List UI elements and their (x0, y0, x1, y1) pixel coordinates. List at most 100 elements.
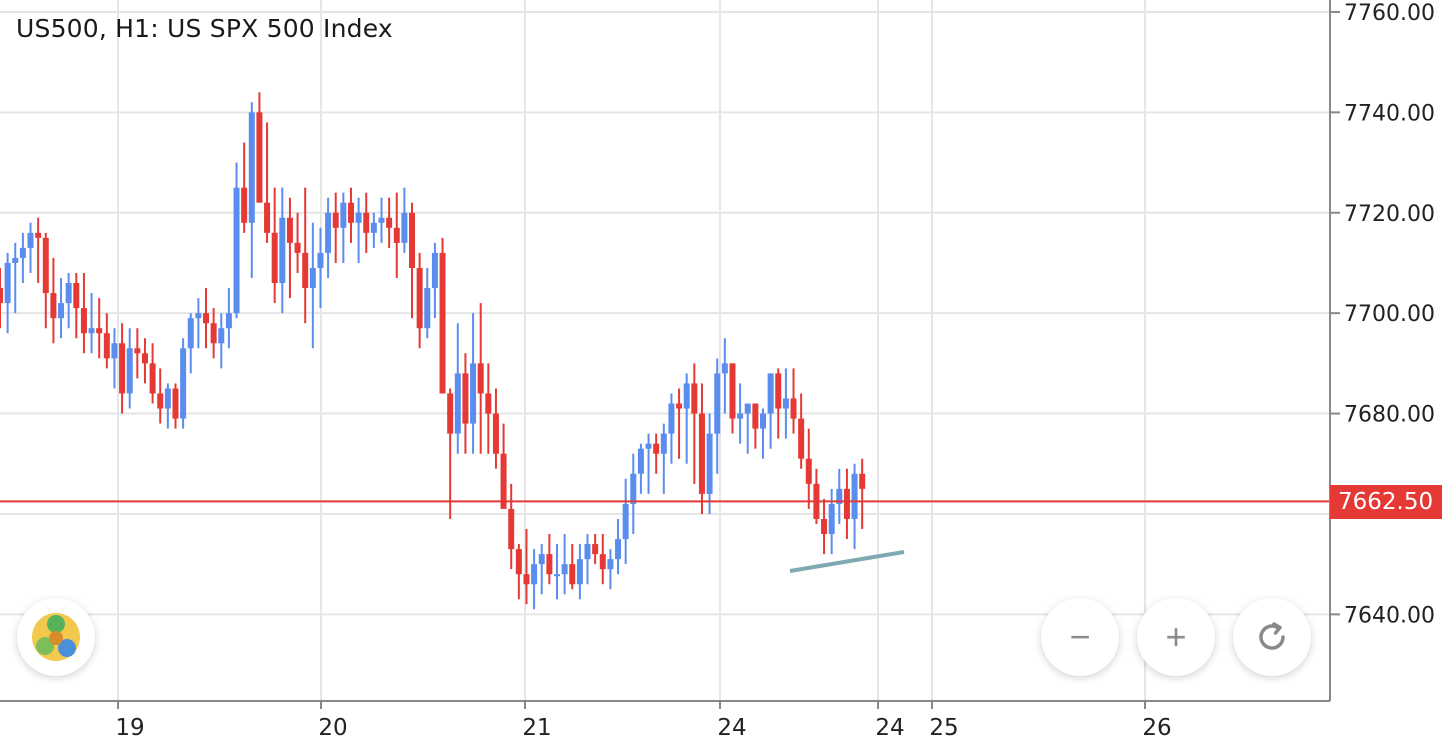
zoom-out-button[interactable]: − (1041, 598, 1119, 676)
candle-bullish (19, 232, 26, 284)
candle-bearish (50, 257, 57, 344)
overlays (0, 500, 1330, 573)
candle-body (264, 202, 271, 233)
candle-body (698, 413, 705, 494)
zoom-in-button[interactable]: + (1137, 598, 1215, 676)
candle-bullish (65, 272, 72, 329)
candle-bearish (363, 192, 370, 253)
candle-body (241, 187, 248, 223)
grid-lines (0, 0, 1330, 701)
candle-bullish (88, 293, 95, 354)
candle-bearish (103, 313, 110, 369)
candle-body (35, 232, 42, 238)
candle-bullish (576, 544, 583, 600)
candle-body (286, 217, 293, 243)
candle-bearish (141, 338, 148, 384)
candle-bearish (546, 534, 553, 585)
candle-body (42, 237, 49, 294)
candle-bullish (12, 242, 19, 314)
candle-body (256, 112, 263, 203)
candle-bullish (431, 242, 438, 319)
candle-body (515, 549, 522, 575)
candle-body (309, 267, 316, 289)
candle-body (96, 328, 103, 334)
candle-body (706, 433, 713, 494)
candle-bullish (164, 383, 171, 429)
candle-body (553, 574, 560, 577)
metatrader-logo-button[interactable] (17, 598, 95, 676)
candle-body (805, 458, 812, 484)
y-tick-label: 7760.00 (1344, 1, 1435, 26)
candle-body (27, 232, 34, 248)
candle-body (80, 308, 87, 334)
candle-bullish (706, 413, 713, 514)
candle-bearish (462, 353, 469, 454)
candle-bearish (256, 92, 263, 203)
candle-bearish (439, 237, 446, 394)
x-tick-label: 24 (875, 715, 904, 741)
candle-bearish (729, 363, 736, 434)
candle-bearish (294, 212, 301, 273)
candle-bearish (676, 388, 683, 459)
candle-body (363, 212, 370, 233)
candle-body (599, 554, 606, 570)
candle-body (752, 403, 759, 429)
candle-body (233, 187, 240, 314)
candle-body (424, 288, 431, 329)
candle-body (676, 403, 683, 409)
candle-bearish (592, 534, 599, 565)
candle-bullish (27, 222, 34, 273)
candle-bullish (317, 227, 324, 309)
candle-bearish (393, 192, 400, 279)
candle-body (65, 283, 72, 304)
candle-bearish (569, 544, 576, 590)
candle-bullish (828, 488, 835, 555)
y-tick-label: 7720.00 (1344, 202, 1435, 227)
candle-body (630, 473, 637, 504)
candle-bearish (386, 197, 393, 248)
candle-body (111, 343, 118, 359)
trendline[interactable] (789, 550, 905, 573)
candle-bearish (843, 468, 850, 540)
candle-bullish (340, 192, 347, 263)
candle-body (615, 539, 622, 560)
candle-bullish (355, 197, 362, 263)
zoom-out-label: − (1069, 616, 1091, 657)
candle-bullish (187, 313, 194, 374)
candle-body (576, 559, 583, 585)
candlestick-chart[interactable]: 7640.00 7680.00 7700.00 7720.00 7740.00 7760.… (0, 0, 1442, 749)
candle-body (409, 212, 416, 268)
candle-body (58, 303, 65, 319)
candle-bullish (531, 549, 538, 610)
candle-bearish (302, 187, 309, 324)
candle-body (546, 554, 553, 575)
candle-body (172, 388, 179, 419)
candle-body (279, 217, 286, 284)
candle-bullish (744, 403, 751, 454)
candle-body (645, 443, 652, 449)
candle-body (714, 373, 721, 434)
candle-bearish (447, 388, 454, 519)
candle-bullish (615, 518, 622, 575)
x-tick-label: 26 (1142, 715, 1171, 741)
candle-bearish (80, 272, 87, 354)
candle-body (347, 202, 354, 223)
y-tick-label: 7640.00 (1344, 603, 1435, 628)
candle-bullish (561, 534, 568, 595)
candle-body (492, 413, 499, 454)
candle-bearish (332, 192, 339, 263)
candle-body (12, 257, 19, 263)
reset-zoom-button[interactable] (1233, 598, 1311, 676)
candle-body (378, 217, 385, 223)
candle-body (637, 448, 644, 474)
candle-bearish (172, 383, 179, 429)
candle-body (195, 313, 202, 319)
candle-bullish (683, 373, 690, 464)
candle-body (431, 252, 438, 289)
candle-bearish (0, 267, 3, 329)
candle-bullish (851, 463, 858, 550)
candle-body (660, 433, 667, 454)
candle-body (210, 323, 217, 344)
candle-bearish (35, 217, 42, 284)
candle-body (248, 112, 255, 223)
